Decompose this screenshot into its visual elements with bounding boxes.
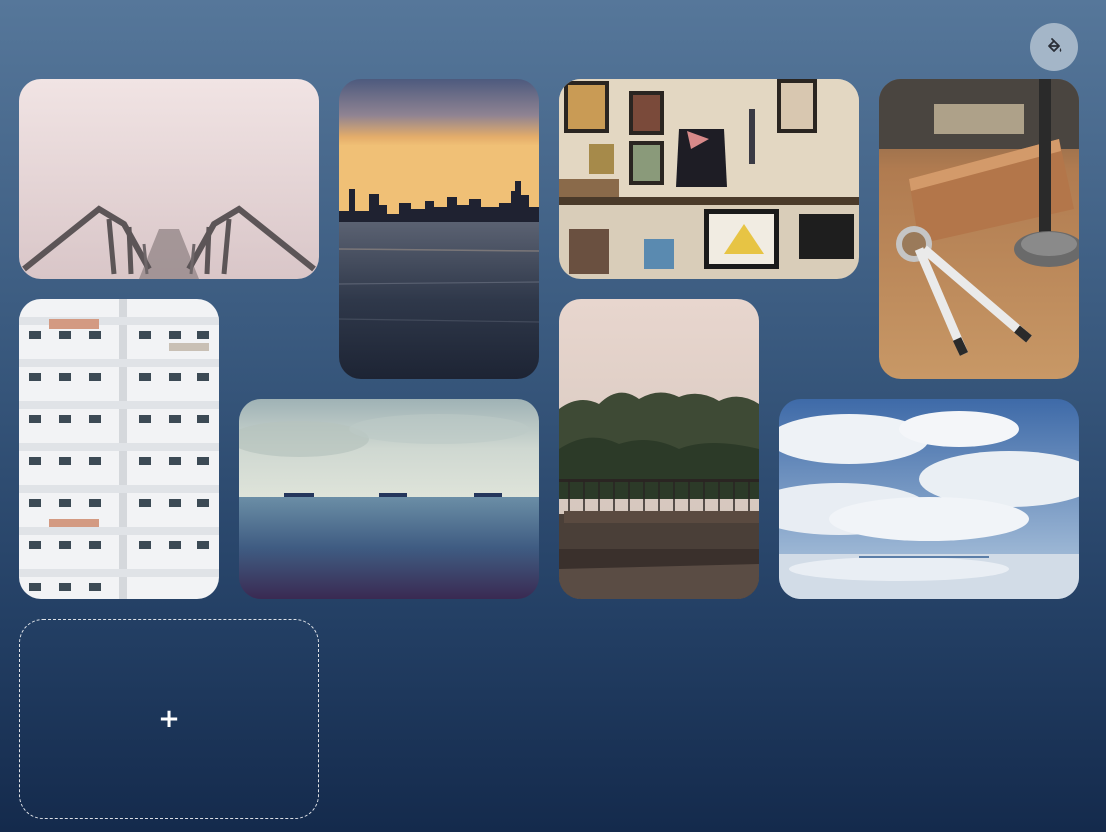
photo-tile-building[interactable] bbox=[19, 299, 219, 599]
photo-tile-forest[interactable] bbox=[559, 299, 759, 599]
skyline-photo bbox=[339, 79, 539, 379]
photo-tile-clouds[interactable] bbox=[779, 399, 1079, 599]
photo-gallery: + bbox=[0, 0, 1106, 832]
photo-tile-skyline[interactable] bbox=[339, 79, 539, 379]
building-photo bbox=[19, 299, 219, 599]
sea-photo bbox=[239, 399, 539, 599]
photo-tile-wall[interactable] bbox=[559, 79, 859, 279]
pier-photo bbox=[19, 79, 319, 279]
clouds-photo bbox=[779, 399, 1079, 599]
plus-icon: + bbox=[158, 704, 180, 734]
paint-bucket-icon bbox=[1048, 38, 1062, 52]
photo-tile-desk[interactable] bbox=[879, 79, 1079, 379]
photo-tile-pier[interactable] bbox=[19, 79, 319, 279]
wall-photo bbox=[559, 79, 859, 279]
forest-photo bbox=[559, 299, 759, 599]
photo-tile-sea[interactable] bbox=[239, 399, 539, 599]
desk-photo bbox=[879, 79, 1079, 379]
theme-button[interactable] bbox=[1030, 23, 1078, 71]
add-photo-button[interactable]: + bbox=[19, 619, 319, 819]
